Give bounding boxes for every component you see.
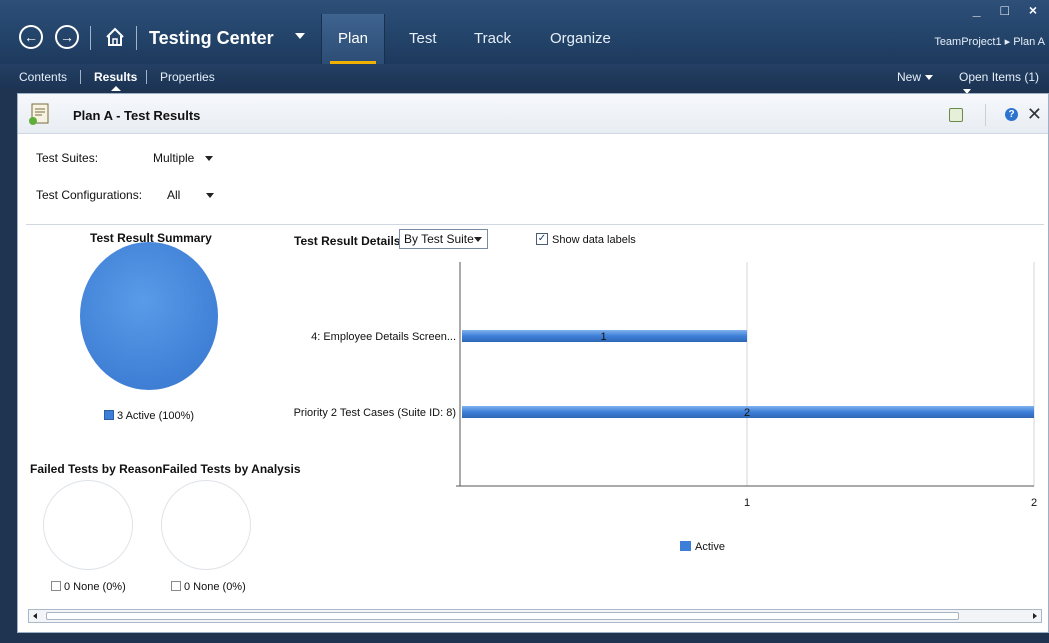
chart-category-label: 4: Employee Details Screen... <box>311 331 456 343</box>
legend-swatch <box>104 410 114 420</box>
failed-by-reason-pie <box>43 480 133 570</box>
app-menu-chevron-icon[interactable] <box>295 33 305 39</box>
page-title: Plan A - Test Results <box>73 108 201 123</box>
tab-test[interactable]: Test <box>409 30 437 47</box>
summary-legend: 3 Active (100%) <box>104 410 194 422</box>
chart-data-label: 2 <box>744 407 750 419</box>
chevron-down-icon <box>925 75 934 81</box>
new-menu-label: New <box>897 70 922 84</box>
subnav-results[interactable]: Results <box>94 70 137 91</box>
test-plan-icon <box>29 103 49 125</box>
header-separator <box>985 104 986 126</box>
chart-data-label: 1 <box>600 331 606 343</box>
reason-legend: 0 None (0%) <box>51 581 126 593</box>
project-breadcrumb[interactable]: TeamProject1 ▸ Plan A <box>934 35 1045 48</box>
test-configurations-dropdown[interactable]: All <box>167 188 180 202</box>
horizontal-scrollbar[interactable] <box>28 609 1042 623</box>
refresh-icon[interactable] <box>949 108 963 122</box>
title-separator <box>136 26 137 50</box>
group-by-select[interactable]: By Test Suite <box>399 229 488 249</box>
test-configurations-label: Test Configurations: <box>36 188 143 202</box>
legend-swatch <box>51 581 61 591</box>
failed-tests-title: Failed Tests by ReasonFailed Tests by An… <box>30 462 301 476</box>
home-icon[interactable] <box>104 26 126 48</box>
open-items-label: Open Items (1) <box>959 70 1040 84</box>
subnav-separator <box>80 70 81 84</box>
title-bar: ← → Testing Center Plan Test Track Organ… <box>0 0 1049 64</box>
subnav-contents[interactable]: Contents <box>19 70 67 84</box>
new-menu[interactable]: New <box>897 70 934 84</box>
app-title: Testing Center <box>149 28 274 48</box>
details-title: Test Result Details <box>294 234 401 248</box>
show-data-labels-label: Show data labels <box>552 234 636 246</box>
failed-by-analysis-pie <box>161 480 251 570</box>
chart-legend-swatch <box>680 541 691 551</box>
sub-navigation-bar: Contents Results Properties New Open Ite… <box>0 64 1049 95</box>
scrollbar-thumb[interactable] <box>46 612 959 620</box>
tab-plan[interactable]: Plan <box>321 14 386 64</box>
subnav-separator <box>146 70 147 84</box>
summary-legend-label: 3 Active (100%) <box>117 410 195 422</box>
group-by-value: By Test Suite <box>404 232 474 246</box>
scroll-left-icon[interactable] <box>33 613 37 619</box>
close-icon[interactable]: ✕ <box>1027 104 1042 125</box>
scroll-right-icon[interactable] <box>1033 613 1037 619</box>
window-controls[interactable]: _ □ × <box>973 2 1045 18</box>
chart-x-tick-label: 2 <box>1031 497 1037 509</box>
subnav-properties[interactable]: Properties <box>160 70 215 84</box>
back-icon[interactable]: ← <box>19 25 43 49</box>
title-separator <box>90 26 91 50</box>
legend-swatch <box>171 581 181 591</box>
test-result-details-chart: 4: Employee Details Screen... 1 Priority 2… <box>294 262 1037 553</box>
chart-x-tick-label: 1 <box>744 497 750 509</box>
chevron-down-icon[interactable] <box>205 156 213 161</box>
help-icon[interactable]: ? <box>1005 108 1018 121</box>
reason-legend-label: 0 None (0%) <box>64 581 126 593</box>
analysis-legend-label: 0 None (0%) <box>184 581 246 593</box>
chevron-down-icon <box>474 237 482 242</box>
chart-legend-label: Active <box>695 541 725 553</box>
test-suites-label: Test Suites: <box>36 151 99 165</box>
test-results-panel: Plan A - Test Results ? ✕ Test Suites: M… <box>17 93 1049 633</box>
forward-icon[interactable]: → <box>55 25 79 49</box>
tab-organize[interactable]: Organize <box>550 30 611 47</box>
analysis-legend: 0 None (0%) <box>171 581 246 593</box>
summary-pie-chart <box>80 242 218 390</box>
panel-header: Plan A - Test Results ? ✕ <box>18 94 1048 134</box>
show-data-labels-checkbox[interactable]: ✓ <box>536 233 548 245</box>
chart-category-label: Priority 2 Test Cases (Suite ID: 8) <box>294 407 456 419</box>
test-suites-dropdown[interactable]: Multiple <box>153 151 194 165</box>
tab-track[interactable]: Track <box>474 30 511 47</box>
chevron-down-icon[interactable] <box>206 193 214 198</box>
